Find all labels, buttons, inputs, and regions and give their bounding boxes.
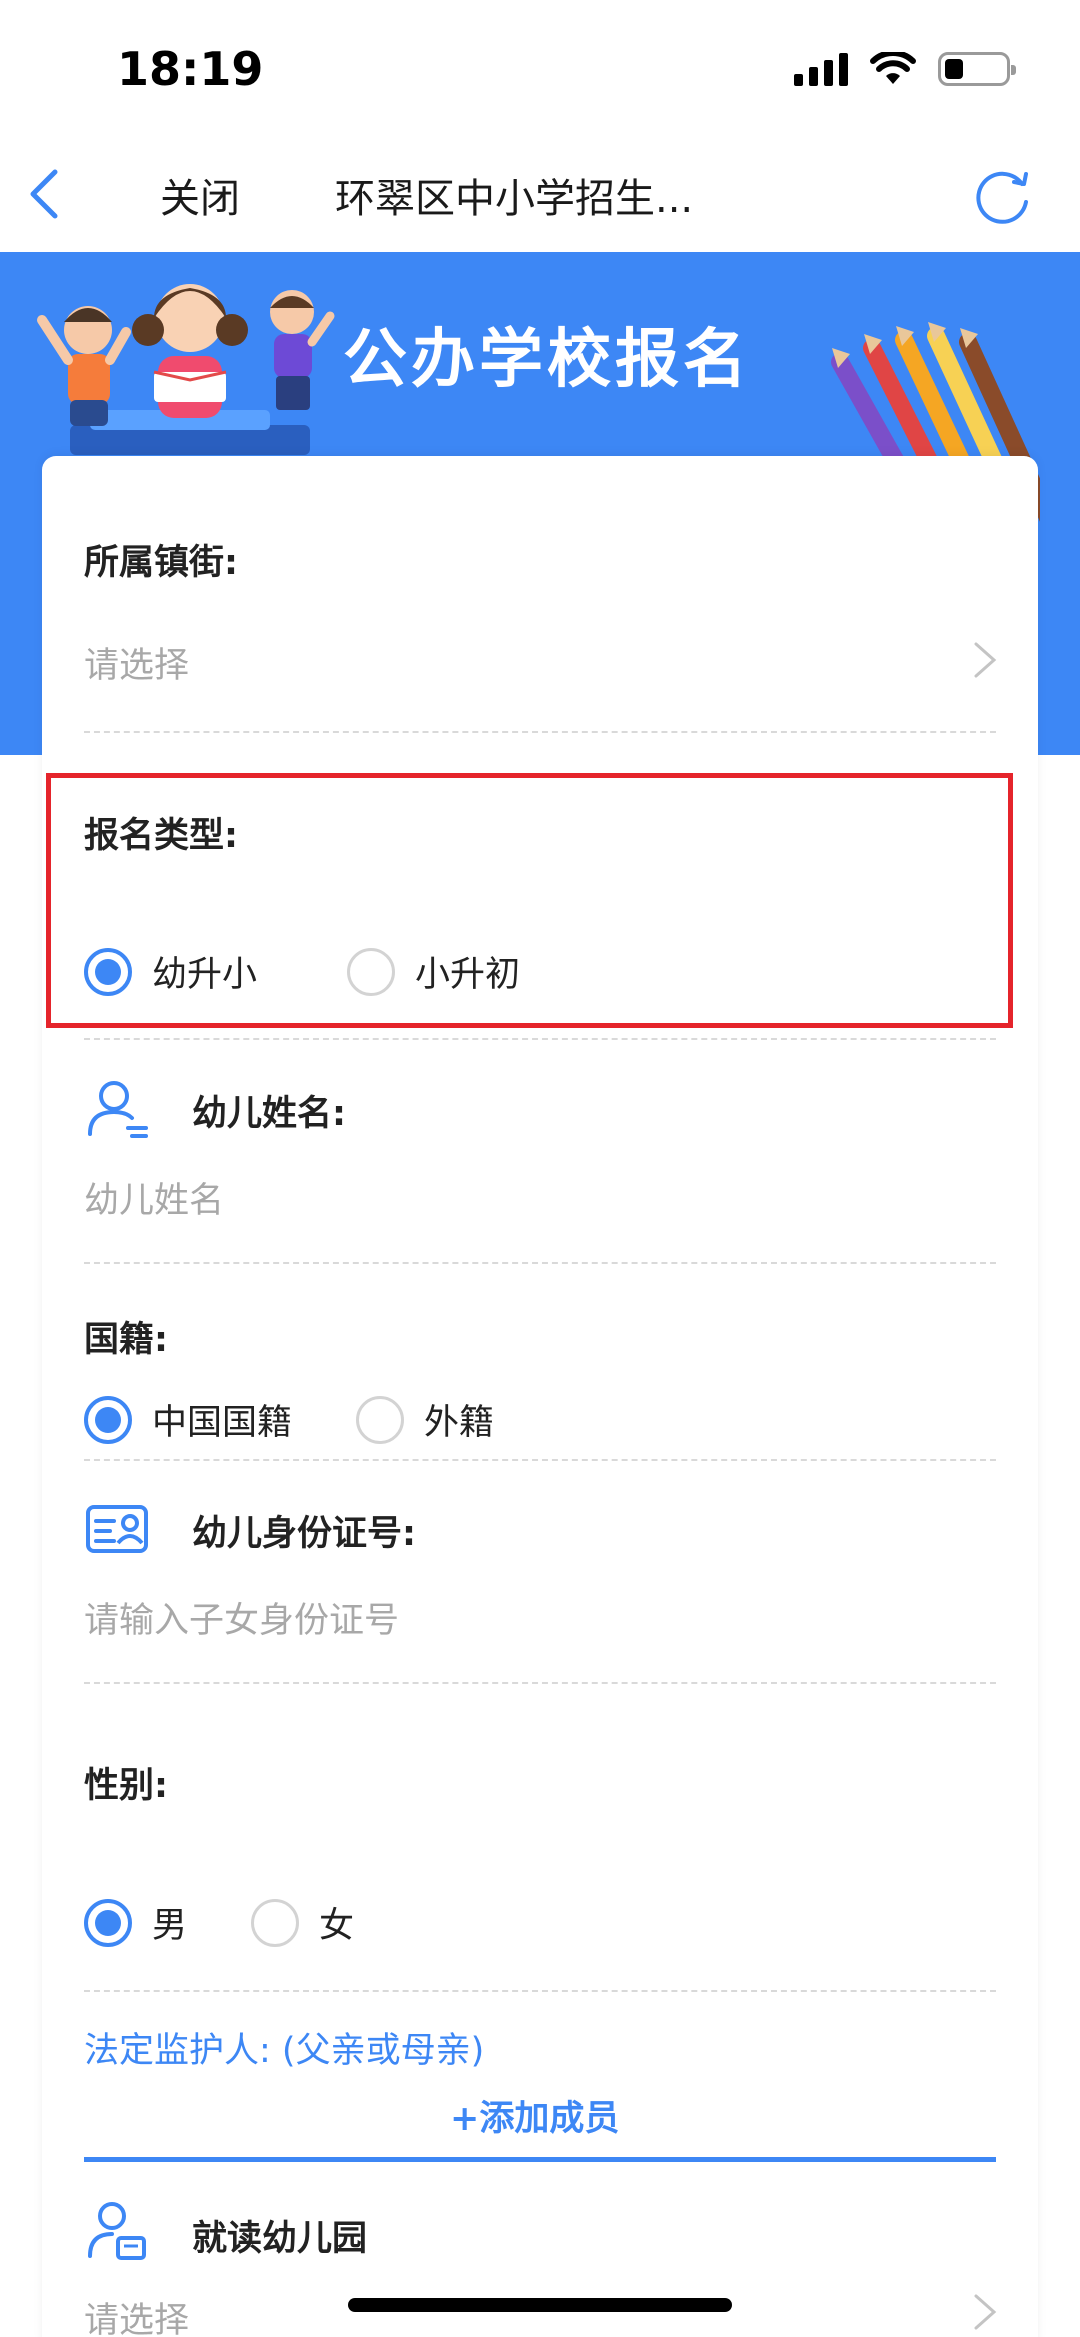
enroll-type-radio-group: 幼升小 小升初	[84, 946, 520, 997]
add-member-button[interactable]: +添加成员	[450, 2090, 619, 2141]
battery-icon	[938, 52, 1016, 86]
refresh-button[interactable]	[968, 160, 1040, 232]
radio-foreign[interactable]: 外籍	[356, 1394, 494, 1445]
radio-selected-icon	[84, 947, 132, 996]
divider	[84, 1038, 996, 1040]
person-icon	[88, 1081, 148, 1138]
cellular-signal-icon	[794, 52, 848, 86]
radio-chinese[interactable]: 中国国籍	[84, 1394, 292, 1445]
kindergarten-label: 就读幼儿园	[192, 2219, 368, 2259]
nationality-label: 国籍:	[84, 1320, 168, 1360]
town-label: 所属镇街:	[84, 543, 238, 583]
child-name-input[interactable]: 幼儿姓名	[84, 1172, 224, 1223]
radio-primary-to-middle[interactable]: 小升初	[347, 946, 520, 997]
child-name-label: 幼儿姓名:	[192, 1094, 346, 1134]
divider	[84, 731, 996, 733]
nationality-radio-group: 中国国籍 外籍	[84, 1394, 494, 1445]
wifi-icon	[870, 52, 916, 84]
page-title: 环翠区中小学招生...	[335, 176, 694, 222]
radio-label: 中国国籍	[152, 1403, 293, 1443]
radio-label: 女	[319, 1906, 355, 1946]
status-bar: 18:19	[0, 0, 1080, 140]
home-indicator	[348, 2298, 732, 2312]
back-button[interactable]	[12, 162, 76, 226]
radio-unselected-icon	[251, 1898, 300, 1947]
divider	[84, 1262, 996, 1264]
divider	[84, 1990, 996, 1992]
banner-title: 公办学校报名	[343, 323, 751, 397]
radio-label: 外籍	[424, 1403, 495, 1443]
kids-illustration	[37, 284, 335, 455]
refresh-icon	[976, 171, 1028, 224]
school-person-icon	[88, 2202, 146, 2260]
radio-label: 幼升小	[152, 955, 258, 995]
guardian-label: 法定监护人: (父亲或母亲)	[84, 2031, 485, 2071]
close-button[interactable]: 关闭	[160, 166, 240, 224]
child-id-input[interactable]: 请输入子女身份证号	[84, 1592, 399, 1643]
gender-label: 性别:	[84, 1766, 168, 1806]
status-time: 18:19	[117, 42, 264, 96]
child-id-label: 幼儿身份证号:	[192, 1514, 416, 1554]
gender-radio-group: 男 女	[84, 1897, 354, 1948]
divider	[84, 1682, 996, 1684]
kindergarten-select[interactable]: 请选择	[84, 2292, 189, 2337]
chevron-right-icon[interactable]	[968, 2292, 1002, 2332]
radio-unselected-icon	[347, 947, 396, 996]
radio-selected-icon	[84, 1395, 132, 1444]
radio-female[interactable]: 女	[251, 1897, 354, 1948]
divider-accent	[84, 2157, 996, 2162]
id-card-icon	[86, 1505, 148, 1553]
radio-unselected-icon	[356, 1395, 405, 1444]
chevron-left-icon	[30, 169, 58, 219]
radio-male[interactable]: 男	[84, 1897, 187, 1948]
divider	[84, 1459, 996, 1461]
radio-label: 小升初	[415, 955, 521, 995]
status-icons	[794, 52, 1016, 86]
enroll-type-label: 报名类型:	[84, 816, 238, 856]
radio-kindergarten-to-primary[interactable]: 幼升小	[84, 946, 257, 997]
radio-label: 男	[152, 1906, 188, 1946]
town-select[interactable]: 请选择	[84, 637, 189, 688]
chevron-right-icon[interactable]	[968, 640, 1002, 680]
radio-selected-icon	[84, 1898, 132, 1947]
nav-bar: 关闭 环翠区中小学招生...	[0, 140, 1080, 252]
